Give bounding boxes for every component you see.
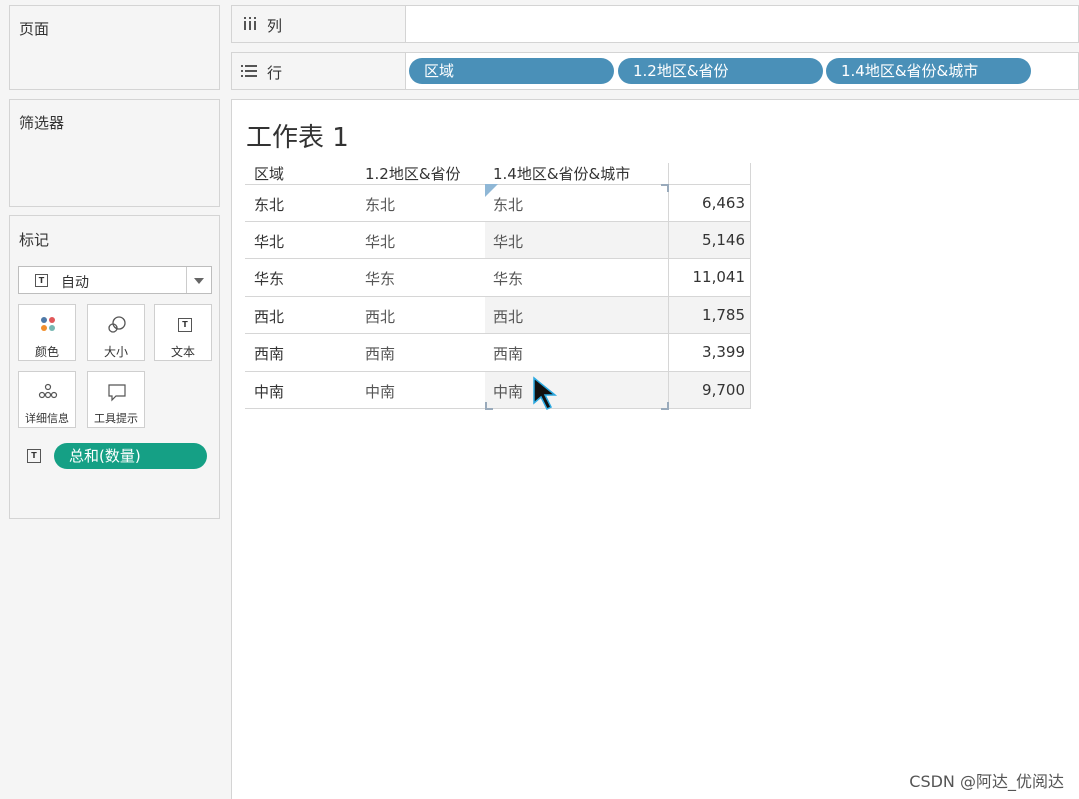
- rows-shelf-header: 行: [232, 53, 406, 89]
- row-pill-province[interactable]: 1.2地区&省份: [618, 58, 823, 84]
- row-pill-region[interactable]: 区域: [409, 58, 614, 84]
- cell-province[interactable]: 东北: [365, 194, 395, 215]
- text-label: 文本: [170, 345, 195, 359]
- text-icon: T: [178, 318, 192, 332]
- header-region[interactable]: 区域: [254, 163, 284, 184]
- mouse-cursor-icon: [533, 376, 558, 410]
- rows-icon: [241, 65, 257, 77]
- rows-shelf[interactable]: 行 区域 1.2地区&省份 1.4地区&省份&城市: [231, 52, 1079, 90]
- cell-province[interactable]: 华北: [365, 231, 395, 252]
- text-mark-icon: T: [35, 274, 48, 287]
- tooltip-button[interactable]: 工具提示: [87, 371, 145, 428]
- cell-city[interactable]: 华东: [493, 268, 523, 289]
- selection-corner: [661, 402, 669, 410]
- size-button[interactable]: 大小: [87, 304, 145, 361]
- marks-card: 标记 T 自动 颜色 大小 T 文本 详细信息 工具提示 T 总和(数量): [9, 215, 220, 519]
- column-divider: [750, 163, 751, 408]
- row-divider: [245, 296, 751, 297]
- detail-icon: [38, 383, 58, 399]
- row-divider: [245, 333, 751, 334]
- cell-city[interactable]: 中南: [493, 381, 523, 402]
- cell-region[interactable]: 华东: [254, 268, 284, 289]
- cell-region[interactable]: 西北: [254, 306, 284, 327]
- row-divider: [245, 408, 751, 409]
- watermark: CSDN @阿达_优阅达: [909, 772, 1064, 791]
- size-label: 大小: [103, 345, 128, 359]
- tooltip-icon: [108, 384, 126, 402]
- selection-corner: [485, 402, 493, 410]
- cell-value[interactable]: 1,785: [669, 306, 745, 324]
- cell-province[interactable]: 西北: [365, 306, 395, 327]
- marks-title: 标记: [19, 231, 50, 249]
- text-encoding-icon: T: [27, 449, 41, 463]
- pages-title: 页面: [19, 20, 50, 38]
- cell-value[interactable]: 11,041: [669, 268, 746, 286]
- columns-label: 列: [267, 17, 283, 35]
- detail-button[interactable]: 详细信息: [18, 371, 76, 428]
- tooltip-label: 工具提示: [94, 412, 138, 425]
- chevron-down-icon[interactable]: [194, 278, 204, 284]
- cell-province[interactable]: 西南: [365, 343, 395, 364]
- columns-shelf[interactable]: 列: [231, 5, 1079, 43]
- cell-region[interactable]: 东北: [254, 194, 284, 215]
- measure-pill[interactable]: 总和(数量): [54, 443, 207, 469]
- color-button[interactable]: 颜色: [18, 304, 76, 361]
- filters-title: 筛选器: [19, 114, 65, 132]
- color-icon: [41, 317, 55, 331]
- cell-region[interactable]: 华北: [254, 231, 284, 252]
- detail-label: 详细信息: [25, 412, 69, 425]
- filters-card: 筛选器: [9, 99, 220, 207]
- cell-province[interactable]: 华东: [365, 268, 395, 289]
- text-button[interactable]: T 文本: [154, 304, 212, 361]
- cell-city[interactable]: 西南: [493, 343, 523, 364]
- mark-type-value: 自动: [61, 275, 89, 291]
- cell-city[interactable]: 东北: [493, 194, 523, 215]
- cell-value[interactable]: 5,146: [669, 231, 745, 249]
- cell-value[interactable]: 6,463: [669, 194, 745, 212]
- rows-label: 行: [267, 64, 283, 82]
- cell-region[interactable]: 西南: [254, 343, 284, 364]
- mark-type-dropdown[interactable]: T 自动: [18, 266, 212, 294]
- cell-value[interactable]: 9,700: [669, 381, 745, 399]
- selection-corner: [661, 184, 669, 192]
- cell-value[interactable]: 3,399: [669, 343, 745, 361]
- cell-province[interactable]: 中南: [365, 381, 395, 402]
- columns-shelf-header: 列: [232, 6, 406, 42]
- row-divider: [245, 258, 751, 259]
- row-pill-city[interactable]: 1.4地区&省份&城市: [826, 58, 1031, 84]
- sheet-title: 工作表 1: [246, 123, 349, 153]
- worksheet-canvas[interactable]: 工作表 1 区域 1.2地区&省份 1.4地区&省份&城市 东北 东北 东北 6…: [231, 99, 1079, 799]
- cell-city[interactable]: 华北: [493, 231, 523, 252]
- size-icon: [108, 316, 126, 333]
- header-province[interactable]: 1.2地区&省份: [365, 163, 461, 184]
- cell-city[interactable]: 西北: [493, 306, 523, 327]
- header-city[interactable]: 1.4地区&省份&城市: [493, 163, 630, 184]
- color-label: 颜色: [34, 345, 59, 359]
- row-divider: [245, 371, 751, 372]
- columns-icon: [244, 17, 256, 30]
- pages-card: 页面: [9, 5, 220, 90]
- cell-region[interactable]: 中南: [254, 381, 284, 402]
- row-divider: [245, 221, 751, 222]
- dropdown-divider: [186, 267, 187, 293]
